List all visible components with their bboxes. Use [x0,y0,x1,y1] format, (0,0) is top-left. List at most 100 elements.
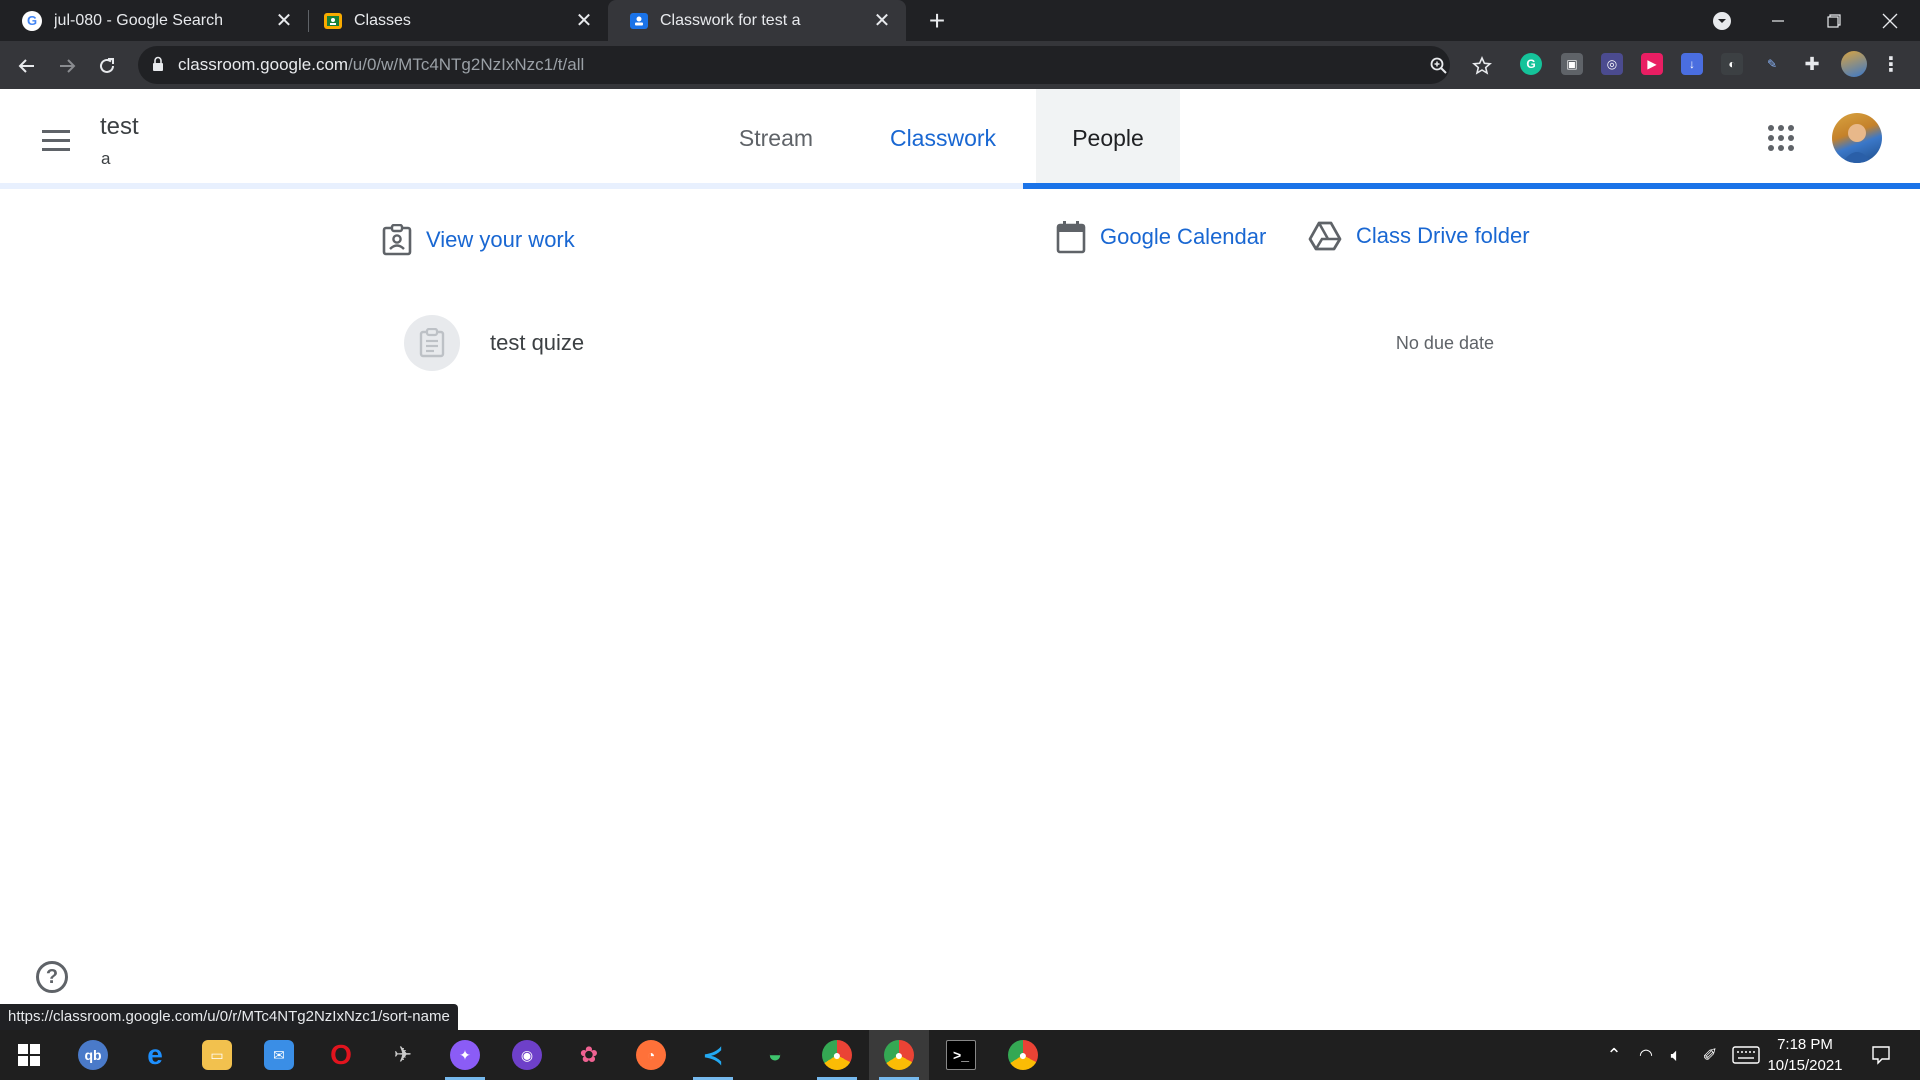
view-your-work-link[interactable]: View your work [382,224,575,256]
extension-icon[interactable]: ◐ [1721,53,1743,75]
chrome-icon: ● [884,1040,914,1070]
close-icon [1882,13,1898,28]
taskbar-app-inkscape[interactable]: ✈ [373,1030,433,1080]
taskbar-app-paint[interactable]: ✿ [559,1030,619,1080]
url-text: classroom.google.com/u/0/w/MTc4NTg2NzIxN… [178,55,584,75]
volume-icon[interactable]: 🔈︎ [1662,1030,1690,1080]
view-your-work-label: View your work [426,227,575,252]
minimize-button[interactable] [1750,0,1806,41]
hamburger-icon [42,130,70,133]
zoom-icon[interactable] [1428,55,1450,77]
classroom-icon [324,12,342,29]
camera-extension-icon[interactable]: ▣ [1561,53,1583,75]
help-button[interactable]: ? [36,961,68,993]
close-tab-icon[interactable]: ✕ [870,9,894,33]
arrow-right-icon [60,59,76,73]
mail-icon: ✉ [264,1040,294,1070]
browser-tab-classwork[interactable]: Classwork for test a ✕ [608,0,906,41]
pen-icon[interactable]: ✐ [1696,1030,1724,1080]
browser-tab-strip: G jul-080 - Google Search ✕ Classes ✕ Cl… [0,0,1920,41]
assignment-row[interactable]: test quize No due date [404,314,1494,372]
start-button[interactable] [0,1030,58,1080]
puzzle-extensions-icon[interactable]: ✚ [1801,53,1823,75]
taskbar-app-edge[interactable]: e [125,1030,185,1080]
calendar-icon [1056,221,1086,254]
address-bar[interactable]: classroom.google.com/u/0/w/MTc4NTg2NzIxN… [138,46,1450,84]
taskbar-app-edge-legacy[interactable]: ◒ [745,1030,805,1080]
close-window-button[interactable] [1862,0,1918,41]
terminal-icon: >_ [946,1040,976,1070]
tab-search-button[interactable] [1694,0,1750,41]
taskbar-app-messenger[interactable]: ✦ [435,1030,495,1080]
new-tab-button[interactable]: + [922,5,952,36]
class-name[interactable]: test [100,113,139,141]
github-icon: ◉ [512,1040,542,1070]
chevron-down-icon [1713,11,1731,30]
main-menu-button[interactable] [36,121,76,161]
restore-button[interactable] [1806,0,1862,41]
taskbar-app-github[interactable]: ◉ [497,1030,557,1080]
taskbar-app-chrome[interactable]: ● [869,1030,929,1080]
windows-logo-icon [18,1044,40,1066]
taskbar-app-vscode[interactable]: ≺ [683,1030,743,1080]
tray-overflow-chevron-icon[interactable]: ⌃ [1600,1030,1628,1080]
taskbar-app-opera[interactable]: O [311,1030,371,1080]
taskbar-app-qb[interactable]: qb [63,1030,123,1080]
url-path: /u/0/w/MTc4NTg2NzIxNzc1/t/all [348,55,585,74]
google-apps-button[interactable] [1766,123,1796,153]
profile-avatar[interactable] [1841,51,1867,77]
reload-icon [100,58,114,73]
taskbar-app-mail[interactable]: ✉ [249,1030,309,1080]
tab-stream[interactable]: Stream [712,89,840,187]
pen-extension-icon[interactable]: ✎ [1761,53,1783,75]
google-calendar-label: Google Calendar [1100,224,1267,249]
clock-time: 7:18 PM [1777,1036,1833,1053]
close-tab-icon[interactable]: ✕ [272,9,296,33]
taskbar-app-terminal[interactable]: >_ [931,1030,991,1080]
wifi-icon[interactable]: ◠ [1632,1030,1660,1080]
class-drive-folder-label: Class Drive folder [1356,223,1530,248]
tab-classwork[interactable]: Classwork [870,89,1016,187]
download-extension-icon[interactable]: ↓ [1681,53,1703,75]
keyboard-icon[interactable] [1730,1030,1762,1080]
windows-taskbar: qb e ▭ ✉ O ✈ ✦ ◉ ✿ ◔ ≺ ◒ ● ● >_ ● ⌃ ◠ 🔈︎… [0,1030,1920,1080]
chrome-icon: ● [822,1040,852,1070]
grammarly-extension-icon[interactable]: G [1520,53,1542,75]
google-g-icon: G [22,10,42,31]
browser-tab-google-search[interactable]: G jul-080 - Google Search ✕ [0,0,308,41]
tab-people[interactable]: People [1036,89,1180,187]
restore-icon [1827,13,1841,28]
taskbar-app-file-explorer[interactable]: ▭ [187,1030,247,1080]
vscode-icon: ≺ [702,1039,724,1070]
reload-button[interactable] [90,49,124,83]
system-clock[interactable]: 7:18 PM 10/15/2021 [1762,1034,1848,1076]
minimize-icon [1772,19,1784,22]
firefox-icon: ◔ [636,1040,666,1070]
classroom-icon [630,12,648,29]
browser-tab-classes[interactable]: Classes ✕ [302,0,608,41]
extension-icon[interactable]: ◎ [1601,53,1623,75]
url-host: classroom.google.com [178,55,349,74]
notification-icon[interactable] [1866,1030,1896,1080]
folder-icon: ▭ [202,1040,232,1070]
back-button[interactable] [10,49,44,83]
google-calendar-link[interactable]: Google Calendar [1056,220,1266,254]
bookmark-star-icon[interactable] [1471,55,1493,77]
close-tab-icon[interactable]: ✕ [572,9,596,33]
forward-button[interactable] [50,49,84,83]
tab-title: Classes [354,11,411,29]
tab-title: jul-080 - Google Search [54,11,223,29]
taskbar-app-chrome-profile[interactable]: ● [807,1030,867,1080]
play-extension-icon[interactable]: ▶ [1641,53,1663,75]
class-drive-folder-link[interactable]: Class Drive folder [1308,220,1530,252]
account-avatar[interactable] [1832,113,1882,163]
lock-icon [153,56,163,71]
browser-toolbar: classroom.google.com/u/0/w/MTc4NTg2NzIxN… [0,41,1920,89]
satellite-icon: ✈ [393,1042,413,1067]
assignment-due-date: No due date [1395,332,1494,353]
taskbar-app-firefox[interactable]: ◔ [621,1030,681,1080]
opera-icon: O [330,1039,352,1070]
more-vert-icon[interactable]: ⋮ [1880,53,1902,76]
taskbar-app-chrome-ext[interactable]: ● [993,1030,1053,1080]
paint-icon: ✿ [579,1042,599,1067]
